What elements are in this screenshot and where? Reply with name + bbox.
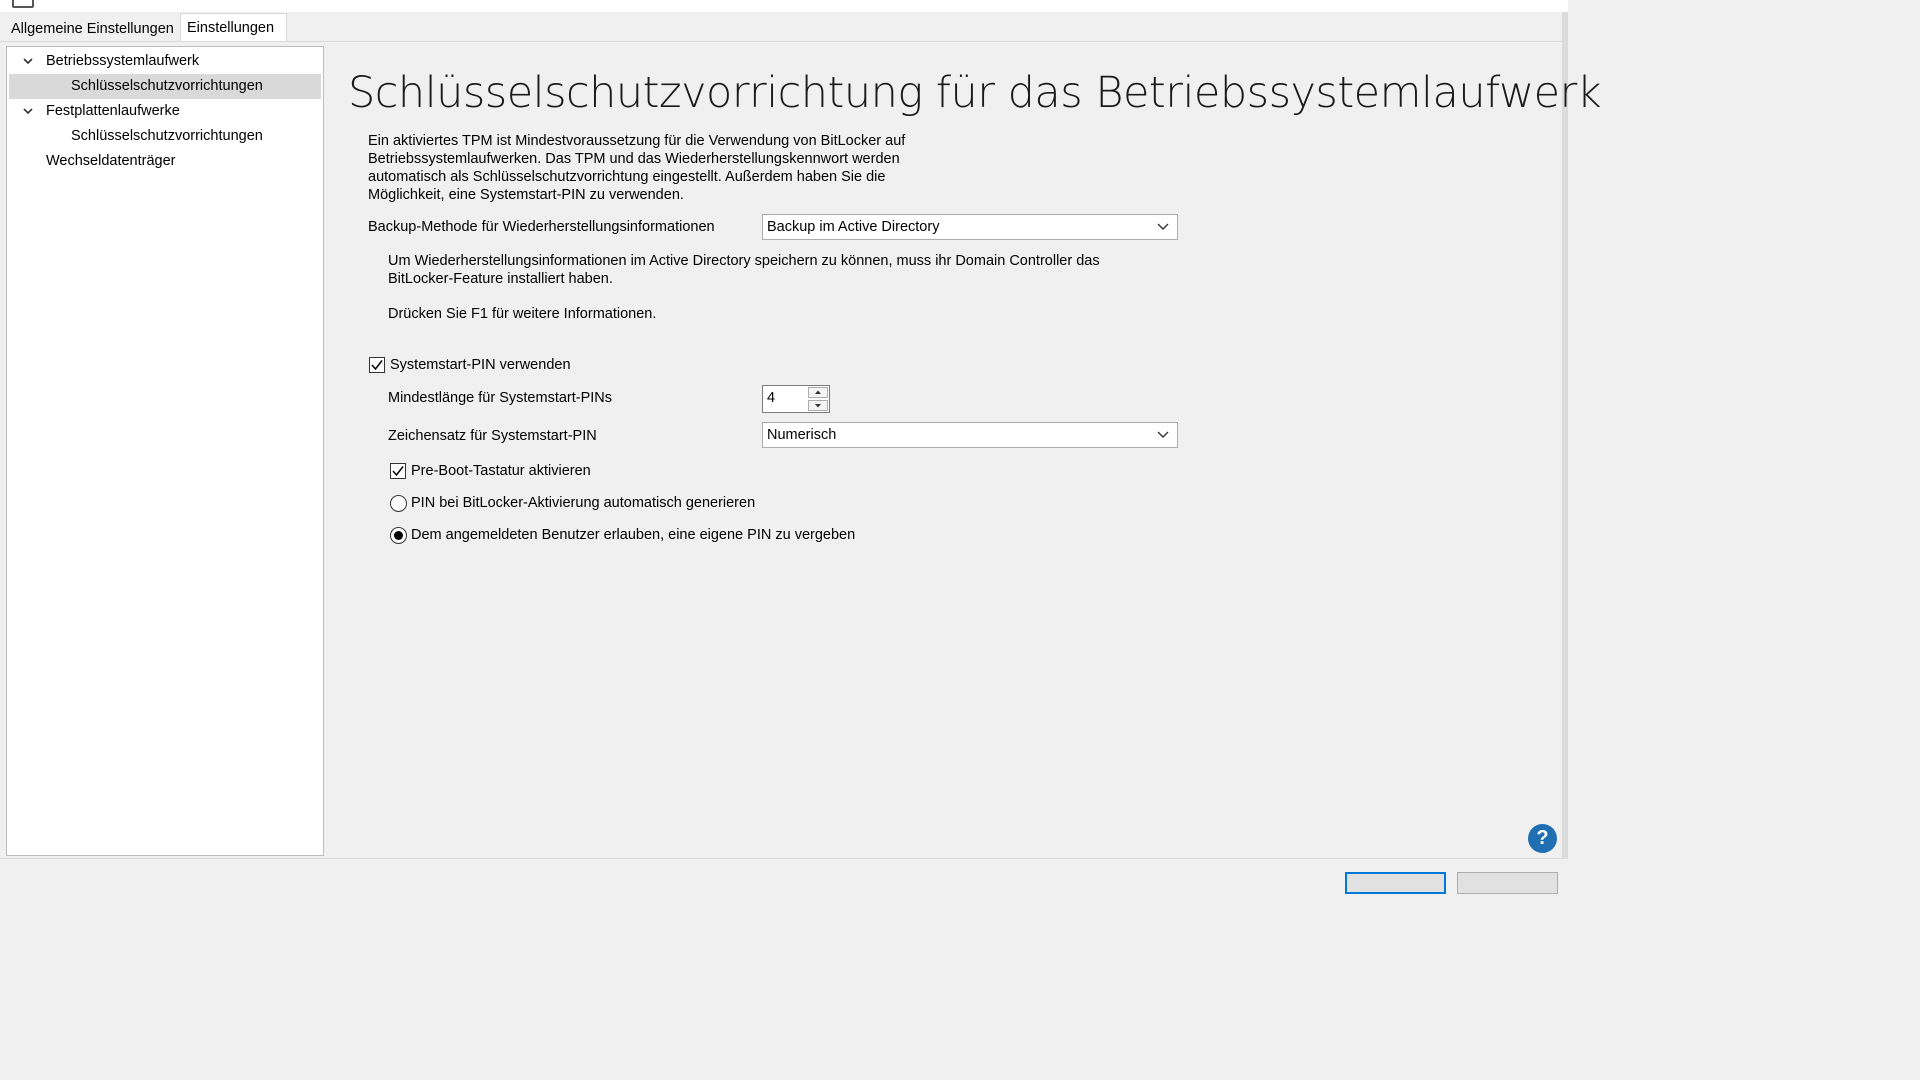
- window-icon: [12, 0, 34, 8]
- window-right-edge: [1562, 12, 1568, 858]
- page-title: Schlüsselschutzvorrichtung für das Betri…: [348, 68, 1602, 118]
- backup-method-value: Backup im Active Directory: [767, 219, 940, 235]
- min-length-value[interactable]: 4: [767, 390, 775, 406]
- stepper-up-button[interactable]: [808, 387, 828, 398]
- checkmark-icon: [392, 466, 404, 477]
- help-icon[interactable]: ?: [1528, 824, 1557, 853]
- tree-item-hdd-schluesselschutz[interactable]: Schlüsselschutzvorrichtungen: [7, 124, 263, 149]
- stepper-down-button[interactable]: [808, 400, 828, 411]
- use-pin-checkbox[interactable]: [369, 357, 385, 373]
- settings-tree[interactable]: Betriebssystemlaufwerk Schlüsselschutzvo…: [6, 46, 324, 856]
- chevron-down-icon: [1157, 431, 1169, 438]
- tree-item-label: Schlüsselschutzvorrichtungen: [71, 128, 263, 144]
- arrow-up-icon: [815, 390, 821, 394]
- arrow-down-icon: [815, 404, 821, 408]
- primary-dialog-button[interactable]: [1345, 872, 1446, 894]
- chevron-down-icon[interactable]: [23, 106, 33, 116]
- tree-item-festplattenlaufwerke[interactable]: Festplattenlaufwerke: [21, 99, 180, 124]
- tab-einstellungen[interactable]: Einstellungen: [180, 13, 287, 44]
- dialog-button-bar: [0, 858, 1568, 883]
- preboot-keyboard-label[interactable]: Pre-Boot-Tastatur aktivieren: [411, 463, 591, 479]
- tree-item-label: Festplattenlaufwerke: [46, 103, 180, 119]
- backup-method-label: Backup-Methode für Wiederherstellungsinf…: [368, 219, 715, 235]
- description-text: Ein aktiviertes TPM ist Mindestvorausset…: [368, 133, 906, 203]
- radio-auto-generate-pin[interactable]: [390, 495, 407, 512]
- secondary-dialog-button[interactable]: [1457, 872, 1558, 894]
- radio-user-defined-pin[interactable]: [390, 527, 407, 544]
- tab-allgemeine-einstellungen[interactable]: Allgemeine Einstellungen: [4, 16, 186, 43]
- charset-value: Numerisch: [767, 427, 837, 443]
- chevron-down-icon: [1157, 223, 1169, 230]
- charset-dropdown[interactable]: Numerisch: [762, 422, 1178, 448]
- radio-user-defined-label[interactable]: Dem angemeldeten Benutzer erlauben, eine…: [411, 527, 855, 543]
- tree-item-label: Betriebssystemlaufwerk: [46, 53, 200, 69]
- min-length-stepper[interactable]: 4: [762, 385, 830, 413]
- window-top-strip: [0, 0, 1568, 12]
- checkmark-icon: [371, 360, 383, 371]
- tree-item-os-schluesselschutz[interactable]: Schlüsselschutzvorrichtungen: [7, 74, 321, 99]
- tree-item-wechseldatentraeger[interactable]: Wechseldatenträger: [7, 149, 176, 174]
- backup-hint-text: Um Wiederherstellungsinformationen im Ac…: [388, 253, 1100, 287]
- tree-item-label: Wechseldatenträger: [46, 153, 176, 169]
- radio-selected-dot: [394, 531, 403, 540]
- radio-auto-generate-label[interactable]: PIN bei BitLocker-Aktivierung automatisc…: [411, 495, 755, 511]
- tree-item-label: Schlüsselschutzvorrichtungen: [71, 78, 263, 94]
- backup-method-dropdown[interactable]: Backup im Active Directory: [762, 214, 1178, 240]
- chevron-down-icon[interactable]: [23, 56, 33, 66]
- use-pin-label[interactable]: Systemstart-PIN verwenden: [390, 357, 571, 373]
- preboot-keyboard-checkbox[interactable]: [390, 463, 406, 479]
- min-length-label: Mindestlänge für Systemstart-PINs: [388, 390, 613, 406]
- f1-hint-text: Drücken Sie F1 für weitere Informationen…: [388, 306, 657, 322]
- charset-label: Zeichensatz für Systemstart-PIN: [388, 428, 597, 444]
- stepper-buttons: [808, 387, 828, 411]
- tree-item-betriebssystemlaufwerk[interactable]: Betriebssystemlaufwerk: [21, 49, 199, 74]
